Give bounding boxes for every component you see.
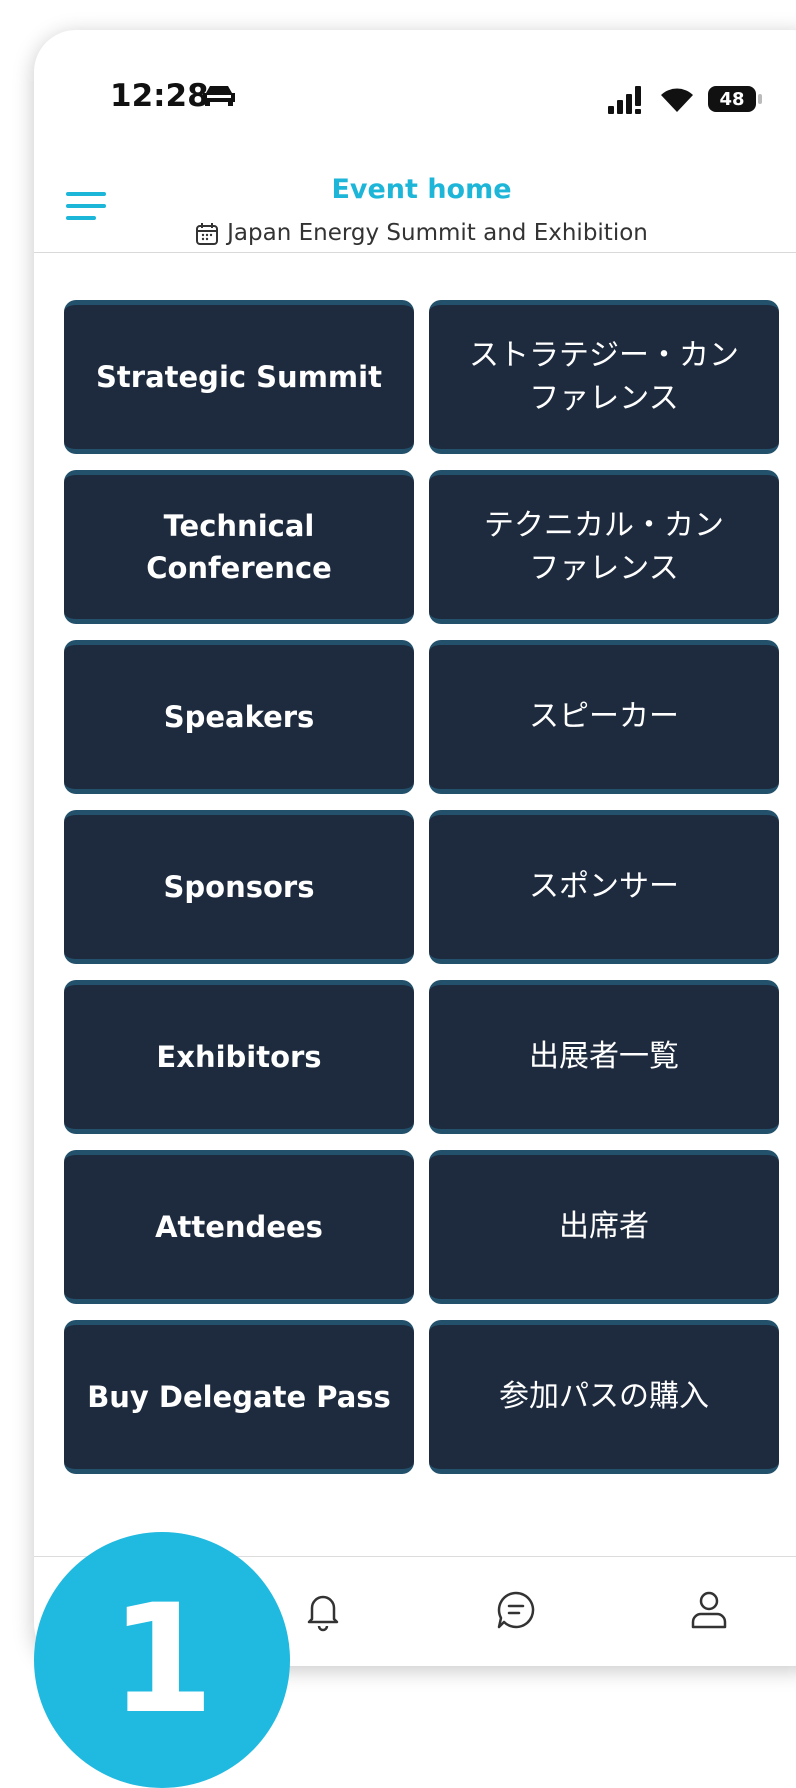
signal-icon [608,86,641,114]
tile-technical-conference[interactable]: Technical Conference [64,470,414,624]
event-name: Japan Energy Summit and Exhibition [34,220,796,246]
tile-technical-conference-jp[interactable]: テクニカル・カン ファレンス [429,470,779,624]
tile-strategic-summit[interactable]: Strategic Summit [64,300,414,454]
tile-attendees[interactable]: Attendees [64,1150,414,1304]
bell-icon[interactable] [300,1587,346,1633]
tile-exhibitors[interactable]: Exhibitors [64,980,414,1134]
status-right: 48 [608,82,778,118]
tile-sponsors-jp[interactable]: スポンサー [429,810,779,964]
step-number-badge: 1 [34,1532,290,1788]
status-bar: 12:28 48 [110,78,762,118]
battery-level: 48 [719,88,745,110]
chat-icon[interactable] [493,1587,539,1633]
page-title: Event home [331,174,512,205]
tile-strategic-summit-jp[interactable]: ストラテジー・カン ファレンス [429,300,779,454]
tile-speakers-jp[interactable]: スピーカー [429,640,779,794]
calendar-icon [196,222,219,245]
status-time: 12:28 [110,78,209,114]
tile-speakers[interactable]: Speakers [64,640,414,794]
tile-label: ストラテジー・カン ファレンス [469,337,739,417]
tile-buy-delegate-pass-jp[interactable]: 参加パスの購入 [429,1320,779,1474]
tile-label: Technical Conference [146,508,332,585]
car-icon [203,86,235,106]
tile-buy-delegate-pass[interactable]: Buy Delegate Pass [64,1320,414,1474]
phone-frame: 12:28 48 Event home Japan Energy Summit … [34,30,796,1666]
tile-exhibitors-jp[interactable]: 出展者一覧 [429,980,779,1134]
tile-sponsors[interactable]: Sponsors [64,810,414,964]
battery-cap [758,94,762,104]
wifi-icon [661,88,693,112]
tile-label: テクニカル・カン ファレンス [484,507,724,587]
tile-attendees-jp[interactable]: 出席者 [429,1150,779,1304]
battery-icon: 48 [708,86,756,112]
user-icon[interactable] [686,1587,732,1633]
app-header: Event home Japan Energy Summit and Exhib… [34,140,796,253]
event-name-text: Japan Energy Summit and Exhibition [227,220,648,246]
